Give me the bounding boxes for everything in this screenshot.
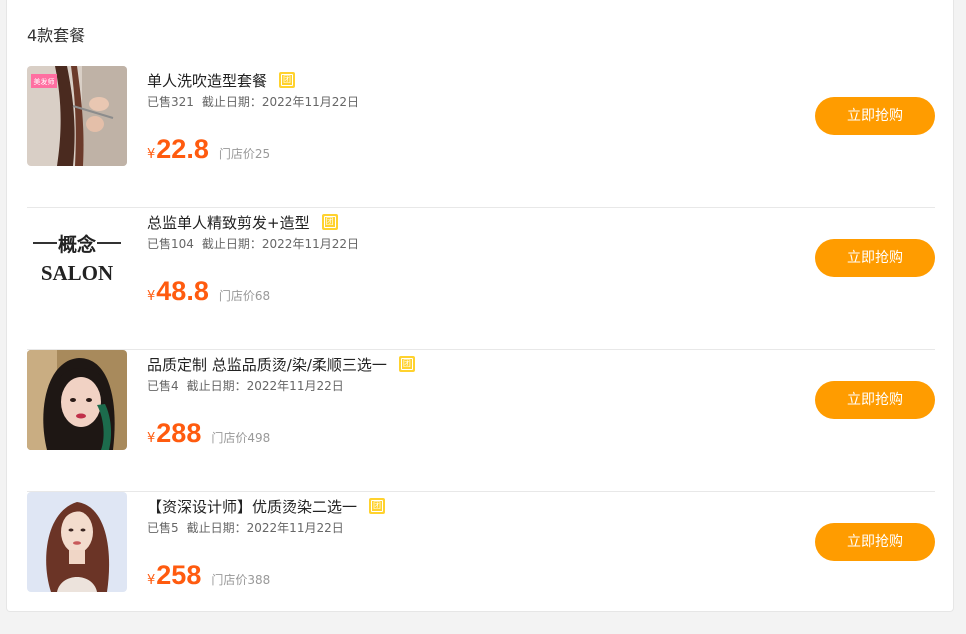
currency-symbol: ¥	[147, 147, 156, 162]
package-name[interactable]: 单人洗吹造型套餐	[147, 70, 267, 91]
group-buy-tag-icon: 团	[369, 498, 386, 514]
package-name[interactable]: 【资深设计师】优质烫染二选一	[147, 496, 357, 517]
package-item[interactable]: 品质定制 总监品质烫/染/柔顺三选一 团 已售4 截止日期：2022年11月22日…	[27, 350, 935, 492]
package-thumbnail-hair-color[interactable]	[27, 350, 127, 450]
package-item[interactable]: 概念 SALON 总监单人精致剪发+造型 团 已售104 截止日期：2022年11…	[27, 208, 935, 350]
perm-dye-portrait-photo	[27, 492, 127, 592]
hair-color-portrait-photo	[27, 350, 127, 450]
salon-logo-text: 概念	[58, 233, 96, 256]
package-price: 258	[156, 560, 202, 590]
hair-styling-photo: 美发师	[27, 66, 127, 166]
package-name[interactable]: 品质定制 总监品质烫/染/柔顺三选一	[147, 354, 387, 375]
store-price: 门店价498	[211, 431, 271, 445]
buy-now-button[interactable]: 立即抢购	[815, 381, 935, 419]
group-buy-tag-icon: 团	[279, 72, 296, 88]
package-price: 48.8	[156, 276, 209, 306]
buy-now-button[interactable]: 立即抢购	[815, 239, 935, 277]
image-badge-text: 美发师	[34, 77, 55, 86]
deadline-date: 截止日期：2022年11月22日	[201, 95, 359, 109]
package-count-title: 4款套餐	[27, 26, 86, 45]
group-buy-tag-icon: 团	[398, 356, 415, 372]
buy-now-button[interactable]: 立即抢购	[815, 97, 935, 135]
package-list-card: 4款套餐 美发师 单人洗吹造型套餐 团 已售321 截止日期：2022年11月22…	[6, 0, 954, 612]
sold-count: 已售4	[147, 379, 179, 393]
salon-logo-image: 概念 SALON	[27, 208, 127, 308]
package-thumbnail-perm-dye[interactable]	[27, 492, 127, 592]
package-item[interactable]: 美发师 单人洗吹造型套餐 团 已售321 截止日期：2022年11月22日 ¥22…	[27, 66, 935, 208]
currency-symbol: ¥	[147, 573, 156, 588]
store-price: 门店价68	[218, 289, 271, 303]
sold-count: 已售104	[147, 237, 194, 251]
store-price: 门店价25	[218, 147, 271, 161]
package-name[interactable]: 总监单人精致剪发+造型	[147, 212, 310, 233]
package-price: 288	[156, 418, 202, 448]
store-price: 门店价388	[211, 573, 271, 587]
currency-symbol: ¥	[147, 289, 156, 304]
package-price: 22.8	[156, 134, 209, 164]
buy-now-button[interactable]: 立即抢购	[815, 523, 935, 561]
salon-logo-subtext: SALON	[41, 261, 113, 285]
deadline-date: 截止日期：2022年11月22日	[186, 521, 344, 535]
deadline-date: 截止日期：2022年11月22日	[201, 237, 359, 251]
group-buy-tag-icon: 团	[321, 214, 338, 230]
sold-count: 已售321	[147, 95, 194, 109]
package-thumbnail-hair-styling[interactable]: 美发师	[27, 66, 127, 166]
package-item[interactable]: 【资深设计师】优质烫染二选一 团 已售5 截止日期：2022年11月22日 ¥25…	[27, 492, 935, 634]
currency-symbol: ¥	[147, 431, 156, 446]
sold-count: 已售5	[147, 521, 179, 535]
package-thumbnail-salon-logo[interactable]: 概念 SALON	[27, 208, 127, 308]
deadline-date: 截止日期：2022年11月22日	[186, 379, 344, 393]
